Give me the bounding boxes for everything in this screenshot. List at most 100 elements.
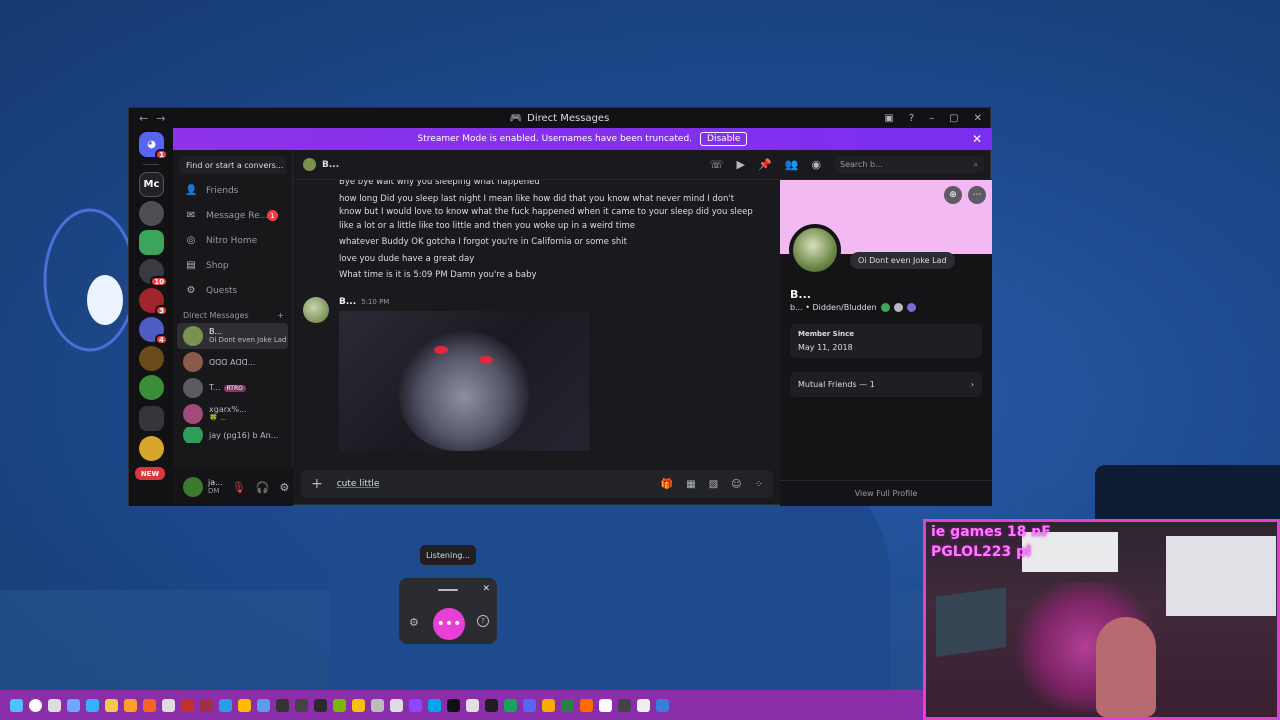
taskbar-app-icon[interactable] [390,698,403,712]
server-icon[interactable] [139,201,164,226]
minimize-icon[interactable]: – [929,113,934,124]
dm-item[interactable]: xgarx%... 🍀 ... [177,401,288,427]
taskbar-app-icon[interactable] [618,698,631,712]
taskbar-app-icon[interactable] [86,698,99,712]
server-icon[interactable]: 3 [139,288,168,316]
headphones-icon[interactable]: 🎧 [256,481,270,494]
taskbar-app-icon[interactable] [561,698,574,712]
author-avatar[interactable] [303,296,329,323]
taskbar-app-icon[interactable] [542,698,555,712]
start-icon[interactable] [10,698,23,712]
taskbar-app-icon[interactable] [409,698,422,712]
taskview-icon[interactable] [48,698,61,712]
taskbar-app-icon[interactable] [333,698,346,712]
server-icon[interactable] [139,375,164,400]
mutual-friends-row[interactable]: Mutual Friends — 1 › [790,372,982,397]
user-profile-icon[interactable]: ◉ [811,158,821,171]
widget-close-icon[interactable]: ✕ [482,584,490,594]
find-conversation-input[interactable]: Find or start a convers... [179,156,286,174]
mute-mic-icon[interactable]: 🎙 [232,481,246,494]
taskbar-app-icon[interactable] [200,698,213,712]
chat-search-input[interactable]: Search b... ⌕ [834,156,984,173]
video-call-icon[interactable]: ▶ [737,158,745,171]
badge-icon[interactable] [906,303,916,312]
taskbar-app-icon[interactable] [485,698,498,712]
badge-icon[interactable] [893,303,903,312]
search-icon[interactable] [29,698,42,712]
taskbar-app-icon[interactable] [257,698,270,712]
recipient-name[interactable]: B... [322,160,339,170]
taskbar-app-icon[interactable] [67,698,80,712]
server-icon[interactable] [139,346,164,371]
apps-icon[interactable]: ⁘ [755,479,763,490]
taskbar-app-icon[interactable] [580,698,593,712]
add-friends-icon[interactable]: 👥 [785,158,799,171]
profile-avatar[interactable] [789,224,841,276]
drag-handle[interactable] [438,589,458,591]
pin-icon[interactable]: 📌 [758,158,772,171]
emoji-icon[interactable]: ☺ [731,479,741,490]
taskbar-app-icon[interactable] [314,698,327,712]
server-icon[interactable]: 10 [139,259,168,287]
taskbar-app-icon[interactable] [124,698,137,712]
upload-plus-icon[interactable]: + [311,476,323,492]
server-icon[interactable]: 4 [139,317,168,345]
help-icon[interactable]: ? [909,113,914,124]
widget-help-icon[interactable]: ? [477,615,489,627]
composer-input[interactable]: cute little [337,479,380,489]
widget-settings-icon[interactable]: ⚙ [409,616,419,629]
dm-item[interactable]: ꓷꓷꓷ ꓮꓷꓷ... [177,349,288,375]
nav-quests[interactable]: ⚙ Quests [173,278,292,303]
nav-nitro-home[interactable]: ◎ Nitro Home [173,228,292,253]
settings-gear-icon[interactable]: ⚙ [279,481,289,494]
taskbar-app-icon[interactable] [371,698,384,712]
add-friend-icon[interactable]: ⊕ [944,186,962,204]
server-folder[interactable] [139,406,164,431]
gift-icon[interactable]: 🎁 [661,479,673,490]
inbox-icon[interactable]: ▣ [884,113,893,124]
nav-message-requests[interactable]: ✉ Message Re... 1 [173,203,292,228]
server-icon[interactable]: Mc [139,172,164,197]
badge-icon[interactable] [880,303,890,312]
server-icon[interactable] [139,230,164,255]
banner-close-icon[interactable]: ✕ [972,132,982,146]
dm-item[interactable]: T... RTRO [177,375,288,401]
back-arrow-icon[interactable]: ← [139,112,148,125]
create-dm-icon[interactable]: + [277,311,284,320]
taskbar-app-icon[interactable] [504,698,517,712]
taskbar-app-icon[interactable] [637,698,650,712]
author-name[interactable]: B... [339,297,356,307]
taskbar-app-icon[interactable] [447,698,460,712]
taskbar-app-icon[interactable] [295,698,308,712]
taskbar-app-icon[interactable] [656,698,669,712]
taskbar-app-icon[interactable] [523,698,536,712]
taskbar-app-icon[interactable] [143,698,156,712]
message-composer[interactable]: + cute little 🎁 ▦ ▧ ☺ ⁘ [301,470,773,498]
microphone-button[interactable]: ••• [433,608,465,640]
maximize-icon[interactable]: ▢ [949,113,958,124]
taskbar-app-icon[interactable] [599,698,612,712]
voice-call-icon[interactable]: ☏ [710,158,724,171]
taskbar-app-icon[interactable] [219,698,232,712]
user-avatar[interactable] [183,477,203,497]
taskbar-app-icon[interactable] [162,698,175,712]
disable-button[interactable]: Disable [700,132,748,146]
taskbar-app-icon[interactable] [276,698,289,712]
forward-arrow-icon[interactable]: → [156,112,165,125]
nav-friends[interactable]: 👤 Friends [173,178,292,203]
dm-item[interactable]: B... Oi Dont even Joke Lad [177,323,288,349]
taskbar-app-icon[interactable] [352,698,365,712]
taskbar-app-icon[interactable] [428,698,441,712]
dm-item[interactable]: jay (pg16) b An... [177,427,288,443]
home-button[interactable]: ◕ 1 [139,132,168,160]
taskbar-app-icon[interactable] [466,698,479,712]
taskbar-app-icon[interactable] [181,698,194,712]
folder-icon[interactable] [105,698,118,712]
image-attachment[interactable] [339,310,589,451]
sticker-icon[interactable]: ▧ [709,479,718,490]
gif-icon[interactable]: ▦ [686,479,695,490]
nav-shop[interactable]: ▤ Shop [173,253,292,278]
view-full-profile-link[interactable]: View Full Profile [780,480,992,506]
new-servers-pill[interactable]: NEW [135,467,165,480]
more-options-icon[interactable]: ⋯ [968,186,986,204]
